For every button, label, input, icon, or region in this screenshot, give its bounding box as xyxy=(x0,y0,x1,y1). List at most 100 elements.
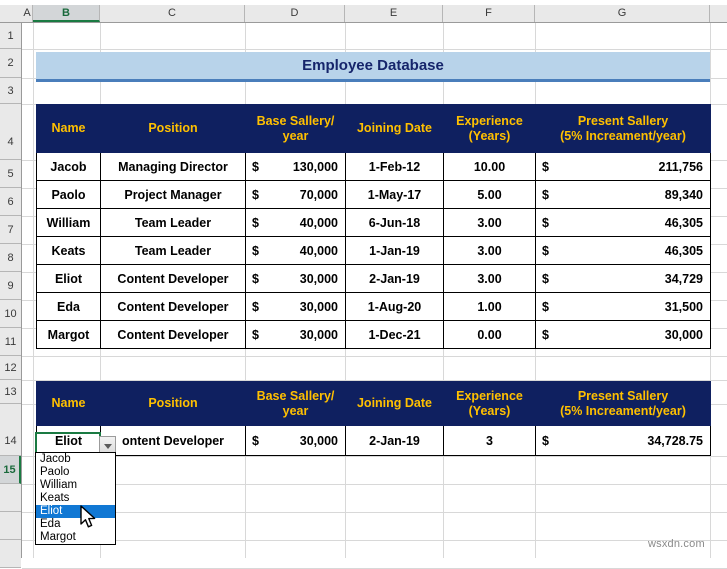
row-header-7[interactable]: 7 xyxy=(0,216,21,244)
col-header-name: Name xyxy=(36,104,101,153)
cell-joining-date[interactable]: 2-Jan-19 xyxy=(345,425,444,456)
cell-present-salary[interactable]: $46,305 xyxy=(535,236,711,265)
cell-joining-date[interactable]: 1-May-17 xyxy=(345,180,444,209)
row-header-17[interactable] xyxy=(0,512,21,540)
column-header-b[interactable]: B xyxy=(33,5,100,22)
cell-experience[interactable]: 3 xyxy=(443,425,536,456)
lookup-col-header-present-salary: Present Sallery (5% Increament/year) xyxy=(535,381,711,426)
dropdown-option[interactable]: Eda xyxy=(36,518,115,531)
col-header-base-salary-line1: Base Sallery/ xyxy=(256,114,335,129)
cell-position[interactable]: Content Developer xyxy=(100,320,246,349)
cell-present-salary[interactable]: $89,340 xyxy=(535,180,711,209)
cell-experience[interactable]: 3.00 xyxy=(443,264,536,293)
table-row[interactable]: William Team Leader $40,000 6-Jun-18 3.00 $46… xyxy=(36,208,711,237)
table-row[interactable]: Paolo Project Manager $70,000 1-May-17 5.00 $… xyxy=(36,180,711,209)
row-header-1[interactable]: 1 xyxy=(0,23,21,49)
cell-position[interactable]: Content Developer xyxy=(100,292,246,321)
row-header-10[interactable]: 10 xyxy=(0,300,21,328)
cell-name[interactable]: Keats xyxy=(36,236,101,265)
row-header-3[interactable]: 3 xyxy=(0,78,21,104)
cell-experience[interactable]: 10.00 xyxy=(443,152,536,181)
column-header-f[interactable]: F xyxy=(443,5,535,22)
mouse-cursor-icon xyxy=(80,505,96,528)
cell-base-salary[interactable]: $30,000 xyxy=(245,292,346,321)
row-header-16[interactable] xyxy=(0,484,21,512)
dropdown-option[interactable]: Eliot xyxy=(36,505,115,518)
cell-present-salary[interactable]: $46,305 xyxy=(535,208,711,237)
cell-present-salary[interactable]: $34,729 xyxy=(535,264,711,293)
cell-base-salary[interactable]: $70,000 xyxy=(245,180,346,209)
dropdown-option[interactable]: Keats xyxy=(36,492,115,505)
row-header-14[interactable]: 14 xyxy=(0,404,21,456)
row-header-8[interactable]: 8 xyxy=(0,244,21,272)
cell-joining-date[interactable]: 1-Jan-19 xyxy=(345,236,444,265)
lookup-col-header-position: Position xyxy=(100,381,246,426)
cell-position[interactable]: Team Leader xyxy=(100,236,246,265)
cell-experience[interactable]: 3.00 xyxy=(443,208,536,237)
chevron-down-icon xyxy=(103,444,112,449)
cell-present-salary[interactable]: $211,756 xyxy=(535,152,711,181)
table-row[interactable]: Eliot Content Developer $30,000 2-Jan-19 3.0… xyxy=(36,264,711,293)
dropdown-option[interactable]: Margot xyxy=(36,531,115,544)
row-header-4[interactable]: 4 xyxy=(0,104,21,160)
cell-present-salary[interactable]: $34,728.75 xyxy=(535,425,711,456)
column-header-g[interactable]: G xyxy=(535,5,710,22)
row-header-5[interactable]: 5 xyxy=(0,160,21,188)
row-header-11[interactable]: 11 xyxy=(0,328,21,356)
col-header-present-salary: Present Sallery (5% Increament/year) xyxy=(535,104,711,153)
column-header-a[interactable]: A xyxy=(22,5,33,22)
cell-base-salary[interactable]: $40,000 xyxy=(245,208,346,237)
cell-name[interactable]: Jacob xyxy=(36,152,101,181)
cell-position[interactable]: Content Developer xyxy=(100,264,246,293)
cell-name[interactable]: Margot xyxy=(36,320,101,349)
row-header-strip: 1 2 3 4 5 6 7 8 9 10 11 12 13 14 15 xyxy=(0,23,22,568)
cell-experience[interactable]: 3.00 xyxy=(443,236,536,265)
cell-joining-date[interactable]: 1-Dec-21 xyxy=(345,320,444,349)
cell-name[interactable]: William xyxy=(36,208,101,237)
column-header-h[interactable] xyxy=(710,5,727,22)
cell-name[interactable]: Eda xyxy=(36,292,101,321)
cell-joining-date[interactable]: 1-Feb-12 xyxy=(345,152,444,181)
cell-present-salary[interactable]: $31,500 xyxy=(535,292,711,321)
table-row[interactable]: Eliot ontent Developer $30,000 2-Jan-19 3 $34… xyxy=(36,425,711,456)
table-row[interactable]: Margot Content Developer $30,000 1-Dec-21 0.… xyxy=(36,320,711,349)
column-header-d[interactable]: D xyxy=(245,5,345,22)
cell-experience[interactable]: 1.00 xyxy=(443,292,536,321)
cell-position[interactable]: ontent Developer xyxy=(100,425,246,456)
dropdown-option[interactable]: Paolo xyxy=(36,466,115,479)
row-header-9[interactable]: 9 xyxy=(0,272,21,300)
table-row[interactable]: Keats Team Leader $40,000 1-Jan-19 3.00 $46,3… xyxy=(36,236,711,265)
column-header-e[interactable]: E xyxy=(345,5,443,22)
col-header-base-salary: Base Sallery/ year xyxy=(245,104,346,153)
row-header-2[interactable]: 2 xyxy=(0,49,21,78)
cell-name[interactable]: Eliot xyxy=(36,425,101,456)
cell-joining-date[interactable]: 6-Jun-18 xyxy=(345,208,444,237)
cell-base-salary[interactable]: $30,000 xyxy=(245,264,346,293)
dropdown-option[interactable]: Jacob xyxy=(36,453,115,466)
table-row[interactable]: Jacob Managing Director $130,000 1-Feb-12 10… xyxy=(36,152,711,181)
column-header-c[interactable]: C xyxy=(100,5,245,22)
cell-name[interactable]: Eliot xyxy=(36,264,101,293)
row-header-13[interactable]: 13 xyxy=(0,380,21,404)
cell-position[interactable]: Team Leader xyxy=(100,208,246,237)
cell-experience[interactable]: 0.00 xyxy=(443,320,536,349)
cell-position[interactable]: Project Manager xyxy=(100,180,246,209)
cell-base-salary[interactable]: $130,000 xyxy=(245,152,346,181)
cell-name[interactable]: Paolo xyxy=(36,180,101,209)
cell-joining-date[interactable]: 2-Jan-19 xyxy=(345,264,444,293)
cell-present-salary[interactable]: $30,000 xyxy=(535,320,711,349)
cell-base-salary[interactable]: $30,000 xyxy=(245,425,346,456)
col-header-joining-date-line1: Joining Date xyxy=(356,121,432,136)
cell-base-salary[interactable]: $30,000 xyxy=(245,320,346,349)
row-header-12[interactable]: 12 xyxy=(0,356,21,380)
row-header-18[interactable] xyxy=(0,540,21,568)
cell-base-salary[interactable]: $40,000 xyxy=(245,236,346,265)
table-row[interactable]: Eda Content Developer $30,000 1-Aug-20 1.00 $… xyxy=(36,292,711,321)
cell-joining-date[interactable]: 1-Aug-20 xyxy=(345,292,444,321)
data-validation-dropdown-list[interactable]: Jacob Paolo William Keats Eliot Eda Margot xyxy=(35,452,116,545)
dropdown-option[interactable]: William xyxy=(36,479,115,492)
cell-experience[interactable]: 5.00 xyxy=(443,180,536,209)
row-header-6[interactable]: 6 xyxy=(0,188,21,216)
row-header-15[interactable]: 15 xyxy=(0,456,21,484)
cell-position[interactable]: Managing Director xyxy=(100,152,246,181)
